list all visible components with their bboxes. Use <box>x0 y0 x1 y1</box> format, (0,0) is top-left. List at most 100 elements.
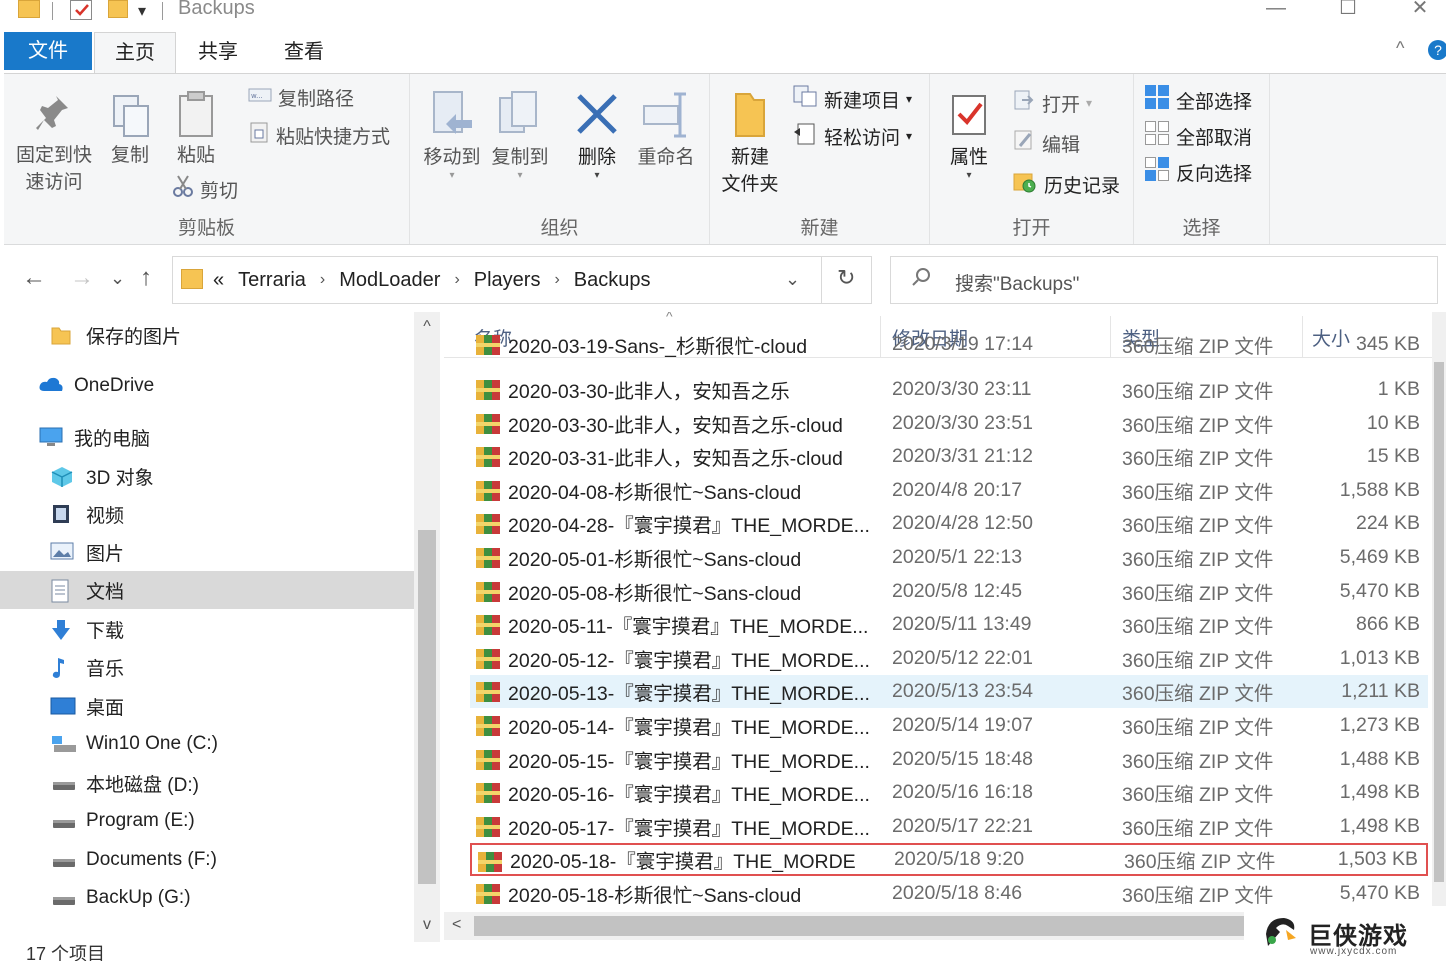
sidebar-item[interactable]: 音乐 <box>0 648 414 686</box>
collapse-ribbon-icon[interactable]: ^ <box>1396 38 1404 59</box>
table-row[interactable]: 2020-05-11-『寰宇摸君』THE_MORDE... 2020/5/11 1… <box>470 608 1428 641</box>
table-row[interactable]: 2020-05-12-『寰宇摸君』THE_MORDE... 2020/5/12 2… <box>470 642 1428 675</box>
sidebar-item[interactable]: 本地磁盘 (D:) <box>0 764 414 802</box>
table-row[interactable]: 2020-05-13-『寰宇摸君』THE_MORDE... 2020/5/13 2… <box>470 675 1428 709</box>
new-folder-quick-icon[interactable] <box>108 0 128 18</box>
easy-access-label: 轻松访问 <box>824 127 901 149</box>
sidebar-scroll-thumb[interactable] <box>418 530 436 884</box>
vertical-scroll-thumb[interactable] <box>1434 362 1444 882</box>
table-row[interactable]: 2020-05-16-『寰宇摸君』THE_MORDE... 2020/5/16 1… <box>470 776 1428 809</box>
open-button[interactable]: 打开 ▾ <box>1012 88 1092 118</box>
history-button[interactable]: 历史记录 <box>1012 168 1120 200</box>
breadcrumb-modloader[interactable]: ModLoader <box>339 269 440 292</box>
new-folder-button[interactable]: 新建 文件夹 <box>716 88 784 198</box>
table-row[interactable]: 2020-03-19-Sans-_杉斯很忙-cloud 2020/3/19 17:… <box>470 328 1428 361</box>
pin-quick-access-button[interactable]: 固定到快 速访问 <box>14 92 94 196</box>
file-size: 1,273 KB <box>1339 714 1420 736</box>
sidebar-item-label: 3D 对象 <box>86 467 154 489</box>
edit-button[interactable]: 编辑 <box>1012 128 1080 158</box>
properties-button[interactable]: 属性 ▾ <box>942 88 996 181</box>
tab-share[interactable]: 共享 <box>180 32 256 74</box>
minimize-button[interactable]: — <box>1256 0 1296 22</box>
help-icon[interactable]: ? <box>1428 40 1446 60</box>
sidebar-item[interactable]: Documents (F:) <box>0 841 414 879</box>
search-input[interactable]: 搜索"Backups" <box>955 269 1079 296</box>
quick-access-dropdown[interactable]: ▾ <box>138 0 146 22</box>
sidebar-item[interactable]: 文档 <box>0 571 414 609</box>
table-row[interactable]: 2020-03-31-此非人，安知吾之乐-cloud 2020/3/31 21:1… <box>470 440 1428 473</box>
recent-locations-button[interactable]: ⌄ <box>110 268 125 289</box>
table-row[interactable]: 2020-05-15-『寰宇摸君』THE_MORDE... 2020/5/15 1… <box>470 743 1428 776</box>
file-type: 360压缩 ZIP 文件 <box>1122 582 1274 605</box>
invert-selection-button[interactable]: 反向选择 <box>1144 156 1252 188</box>
sidebar-item[interactable]: 图片 <box>0 533 414 571</box>
sidebar-item[interactable]: OneDrive <box>0 367 414 405</box>
delete-button[interactable]: 删除 ▾ <box>570 88 624 181</box>
vertical-scrollbar[interactable] <box>1432 312 1446 912</box>
table-row[interactable]: 2020-05-18-『寰宇摸君』THE_MORDE 2020/5/18 9:20… <box>470 843 1428 877</box>
sidebar-item[interactable]: 我的电脑 <box>0 418 414 456</box>
sidebar-item[interactable]: 视频 <box>0 495 414 533</box>
select-none-button[interactable]: 全部取消 <box>1144 120 1252 152</box>
sidebar-item[interactable]: BackUp (G:) <box>0 879 414 917</box>
copy-to-button[interactable]: 复制到 ▾ <box>488 88 552 181</box>
computer-icon <box>38 426 64 448</box>
chevron-right-icon[interactable]: › <box>320 271 325 289</box>
table-row[interactable]: 2020-05-01-杉斯很忙~Sans-cloud 2020/5/1 22:13… <box>470 541 1428 574</box>
refresh-button[interactable]: ↻ <box>837 265 855 291</box>
sidebar-item[interactable]: Win10 One (C:) <box>0 725 414 763</box>
tab-file[interactable]: 文件 <box>4 32 92 70</box>
table-row[interactable]: 2020-04-28-『寰宇摸君』THE_MORDE... 2020/4/28 1… <box>470 507 1428 540</box>
breadcrumb-players[interactable]: Players <box>474 269 541 292</box>
copy-path-button[interactable]: w... 复制路径 <box>248 84 354 111</box>
tab-home[interactable]: 主页 <box>94 32 176 74</box>
sidebar-item[interactable]: 保存的图片 <box>0 316 414 354</box>
search-box[interactable]: 搜索"Backups" <box>890 256 1438 304</box>
scroll-down-icon[interactable]: v <box>414 916 440 934</box>
document-icon <box>50 579 76 603</box>
scroll-left-icon[interactable]: < <box>452 916 461 934</box>
tab-view[interactable]: 查看 <box>264 32 344 74</box>
address-dropdown-button[interactable]: ⌄ <box>785 269 800 290</box>
cut-button[interactable]: 剪切 <box>172 174 238 204</box>
paste-shortcut-label: 粘贴快捷方式 <box>276 126 391 148</box>
select-all-button[interactable]: 全部选择 <box>1144 84 1252 116</box>
table-row[interactable]: 2020-05-14-『寰宇摸君』THE_MORDE... 2020/5/14 1… <box>470 709 1428 742</box>
sidebar-item[interactable]: 桌面 <box>0 687 414 725</box>
file-size: 1,498 KB <box>1339 814 1420 837</box>
paste-button[interactable]: 粘贴 <box>168 88 224 169</box>
table-row[interactable]: 2020-05-17-『寰宇摸君』THE_MORDE... 2020/5/17 2… <box>470 810 1428 843</box>
address-bar[interactable]: « Terraria › ModLoader › Players › Backu… <box>172 256 872 304</box>
sidebar-item[interactable]: 3D 对象 <box>0 457 414 495</box>
properties-quick-icon[interactable] <box>70 0 92 20</box>
sidebar-item[interactable]: Program (E:) <box>0 802 414 840</box>
forward-button[interactable]: → <box>70 264 94 292</box>
clipboard-group-label: 剪贴板 <box>177 218 235 239</box>
sidebar-scrollbar[interactable]: ^ v <box>414 312 440 942</box>
sidebar-item[interactable]: 下载 <box>0 610 414 648</box>
table-row[interactable]: 2020-03-30-此非人，安知吾之乐 2020/3/30 23:11 360压缩… <box>470 373 1428 406</box>
breadcrumb-terraria[interactable]: Terraria <box>238 269 306 292</box>
paste-shortcut-button[interactable]: 粘贴快捷方式 <box>248 120 390 150</box>
breadcrumb-overflow[interactable]: « <box>213 269 224 292</box>
easy-access-button[interactable]: 轻松访问 ▾ <box>792 120 912 152</box>
new-item-button[interactable]: 新建项目 ▾ <box>792 84 912 114</box>
close-button[interactable]: ✕ <box>1400 0 1440 22</box>
history-icon <box>1012 168 1038 200</box>
back-button[interactable]: ← <box>22 264 46 292</box>
move-to-label: 移动到 <box>423 147 481 168</box>
horizontal-scroll-thumb[interactable] <box>474 916 1254 936</box>
new-item-icon <box>792 84 818 114</box>
scroll-up-icon[interactable]: ^ <box>414 318 440 336</box>
table-row[interactable]: 2020-04-08-杉斯很忙~Sans-cloud 2020/4/8 20:17… <box>470 474 1428 507</box>
chevron-right-icon[interactable]: › <box>454 271 459 289</box>
up-button[interactable]: ↑ <box>140 264 152 292</box>
table-row[interactable]: 2020-03-30-此非人，安知吾之乐-cloud 2020/3/30 23:5… <box>470 407 1428 440</box>
copy-button[interactable]: 复制 <box>100 92 160 169</box>
table-row[interactable]: 2020-05-08-杉斯很忙~Sans-cloud 2020/5/8 12:45… <box>470 575 1428 608</box>
chevron-right-icon[interactable]: › <box>554 271 559 289</box>
breadcrumb-backups[interactable]: Backups <box>574 269 651 292</box>
maximize-button[interactable]: ☐ <box>1328 0 1368 22</box>
rename-button[interactable]: 重命名 <box>634 88 698 171</box>
move-to-button[interactable]: 移动到 ▾ <box>420 88 484 181</box>
